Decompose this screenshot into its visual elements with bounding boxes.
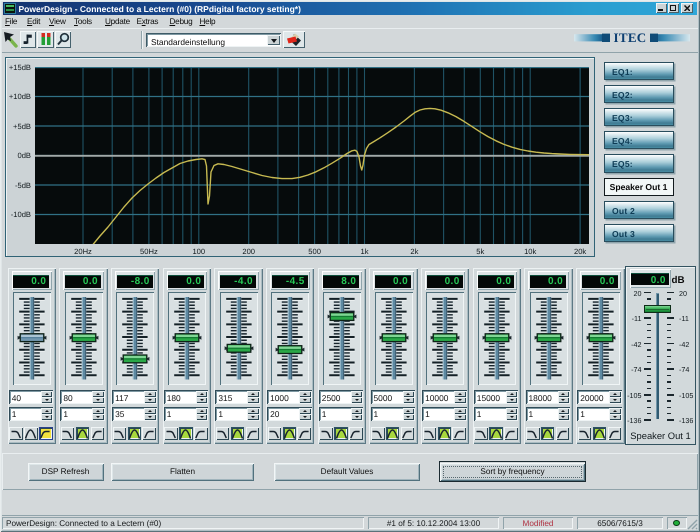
svg-text:ITEC: ITEC — [614, 31, 647, 44]
